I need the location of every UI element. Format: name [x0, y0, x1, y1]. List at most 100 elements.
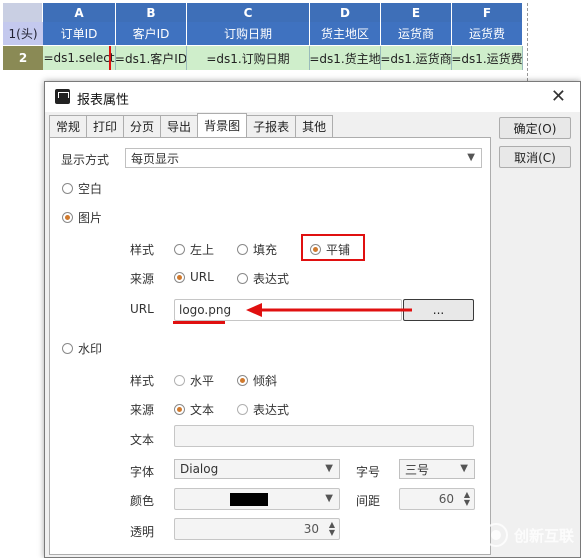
column-header-b[interactable]: B [116, 3, 187, 22]
font-select[interactable]: Dialog ▼ [174, 459, 340, 479]
radio-circle-icon [237, 244, 248, 255]
radio-circle-icon [62, 343, 73, 354]
image-style-label: 样式 [130, 243, 155, 257]
dialog-titlebar[interactable]: 报表属性 ✕ [45, 82, 580, 112]
cell-c2[interactable]: =ds1.订购日期 [187, 46, 310, 70]
wm-source-expression-label: 表达式 [253, 403, 290, 417]
cell-d2[interactable]: =ds1.货主地 [310, 46, 381, 70]
color-label: 颜色 [130, 494, 155, 508]
column-header-a[interactable]: A [43, 3, 116, 22]
close-icon[interactable]: ✕ [551, 86, 566, 107]
cell-c1[interactable]: 订购日期 [187, 22, 310, 46]
report-app-icon [55, 89, 70, 104]
logo-icon [483, 523, 508, 547]
radio-circle-icon [174, 375, 185, 386]
font-size-value: 三号 [405, 462, 430, 477]
watermark-logo-text: 创新互联 [513, 526, 574, 545]
cell-d1[interactable]: 货主地区 [310, 22, 381, 46]
watermark-radio-label: 水印 [78, 342, 103, 356]
red-arrow-annotation [246, 303, 412, 317]
cell-f1[interactable]: 运货费 [452, 22, 523, 46]
url-label: URL [130, 302, 154, 316]
cell-e1[interactable]: 运货商 [381, 22, 452, 46]
image-source-label: 来源 [130, 272, 155, 286]
cell-f2[interactable]: =ds1.运货费 [452, 46, 523, 70]
opacity-label: 透明 [130, 525, 155, 539]
tab-pagination[interactable]: 分页 [123, 115, 162, 137]
display-mode-select[interactable]: 每页显示 ▼ [125, 148, 482, 168]
tab-subreport[interactable]: 子报表 [246, 115, 297, 137]
source-url-label: URL [190, 270, 214, 284]
cell-cursor-marker [109, 46, 111, 70]
radio-selected-icon [62, 212, 73, 223]
spacing-label: 间距 [356, 494, 381, 508]
row-header-1[interactable]: 1(头) [3, 22, 43, 46]
wm-source-label: 来源 [130, 403, 155, 417]
style-top-left-label: 左上 [190, 243, 215, 257]
display-mode-label: 显示方式 [61, 153, 110, 167]
style-fill-label: 填充 [253, 243, 278, 257]
report-properties-dialog: 报表属性 ✕ 常规 打印 分页 导出 背景图 子报表 其他 确定(O) 取消(C… [44, 81, 581, 558]
source-expression-radio[interactable]: 表达式 [237, 270, 289, 287]
cell-e2[interactable]: =ds1.运货商 [381, 46, 452, 70]
tab-export[interactable]: 导出 [160, 115, 199, 137]
tab-other[interactable]: 其他 [295, 115, 334, 137]
color-picker[interactable]: ▼ [174, 488, 340, 510]
font-label: 字体 [130, 465, 155, 479]
color-swatch [230, 493, 268, 506]
chevron-down-icon: ▼ [325, 463, 333, 474]
chevron-down-icon: ▼ [325, 493, 333, 504]
cell-a1[interactable]: 订单ID [43, 22, 116, 46]
cell-b1[interactable]: 客户ID [116, 22, 187, 46]
wm-horizontal-label: 水平 [190, 374, 215, 388]
radio-selected-icon [174, 404, 185, 415]
radio-selected-icon [237, 375, 248, 386]
tab-background-image[interactable]: 背景图 [197, 113, 248, 137]
image-radio-label: 图片 [78, 211, 103, 225]
sheet-corner [3, 3, 43, 22]
opacity-spinner[interactable]: 30 ▲ ▼ [174, 518, 340, 540]
cell-b2[interactable]: =ds1.客户ID [116, 46, 187, 70]
radio-selected-icon [174, 271, 185, 283]
wm-text-input[interactable] [174, 425, 474, 447]
opacity-value: 30 [303, 522, 319, 536]
wm-tilt-label: 倾斜 [253, 374, 278, 388]
font-value: Dialog [180, 462, 219, 476]
page-boundary-line [527, 3, 528, 81]
spacing-value: 60 [438, 492, 454, 506]
wm-source-expression-radio[interactable]: 表达式 [237, 401, 289, 418]
tab-print[interactable]: 打印 [86, 115, 125, 137]
row-header-2[interactable]: 2 [3, 46, 43, 70]
column-header-f[interactable]: F [452, 3, 523, 22]
display-mode-value: 每页显示 [131, 151, 180, 166]
wm-horizontal-radio[interactable]: 水平 [174, 372, 214, 389]
cell-a2[interactable]: =ds1.select [43, 46, 116, 70]
ok-button[interactable]: 确定(O) [499, 117, 571, 139]
wm-source-text-radio[interactable]: 文本 [174, 401, 214, 418]
font-size-label: 字号 [356, 465, 381, 479]
column-header-e[interactable]: E [381, 3, 452, 22]
source-url-radio[interactable]: URL [174, 270, 214, 284]
image-radio[interactable]: 图片 [62, 209, 102, 226]
chevron-down-icon: ▼ [460, 463, 468, 474]
column-header-c[interactable]: C [187, 3, 310, 22]
up-down-icon[interactable]: ▲ ▼ [329, 521, 335, 537]
font-size-select[interactable]: 三号 ▼ [399, 459, 475, 479]
chevron-down-icon: ▼ [467, 152, 475, 163]
style-fill-radio[interactable]: 填充 [237, 241, 277, 258]
spacing-spinner[interactable]: 60 ▲ ▼ [399, 488, 475, 510]
tab-general[interactable]: 常规 [49, 115, 88, 137]
up-down-icon[interactable]: ▲ ▼ [464, 491, 470, 507]
wm-text-label: 文本 [130, 433, 155, 447]
column-header-d[interactable]: D [310, 3, 381, 22]
watermark-radio[interactable]: 水印 [62, 340, 102, 357]
cancel-button[interactable]: 取消(C) [499, 146, 571, 168]
wm-tilt-radio[interactable]: 倾斜 [237, 372, 277, 389]
blank-radio-label: 空白 [78, 182, 103, 196]
wm-source-text-label: 文本 [190, 403, 215, 417]
style-top-left-radio[interactable]: 左上 [174, 241, 214, 258]
tab-bar: 常规 打印 分页 导出 背景图 子报表 其他 [49, 113, 334, 137]
dialog-title: 报表属性 [77, 93, 130, 108]
blank-radio[interactable]: 空白 [62, 180, 102, 197]
site-watermark-logo: 创新互联 [483, 523, 574, 547]
